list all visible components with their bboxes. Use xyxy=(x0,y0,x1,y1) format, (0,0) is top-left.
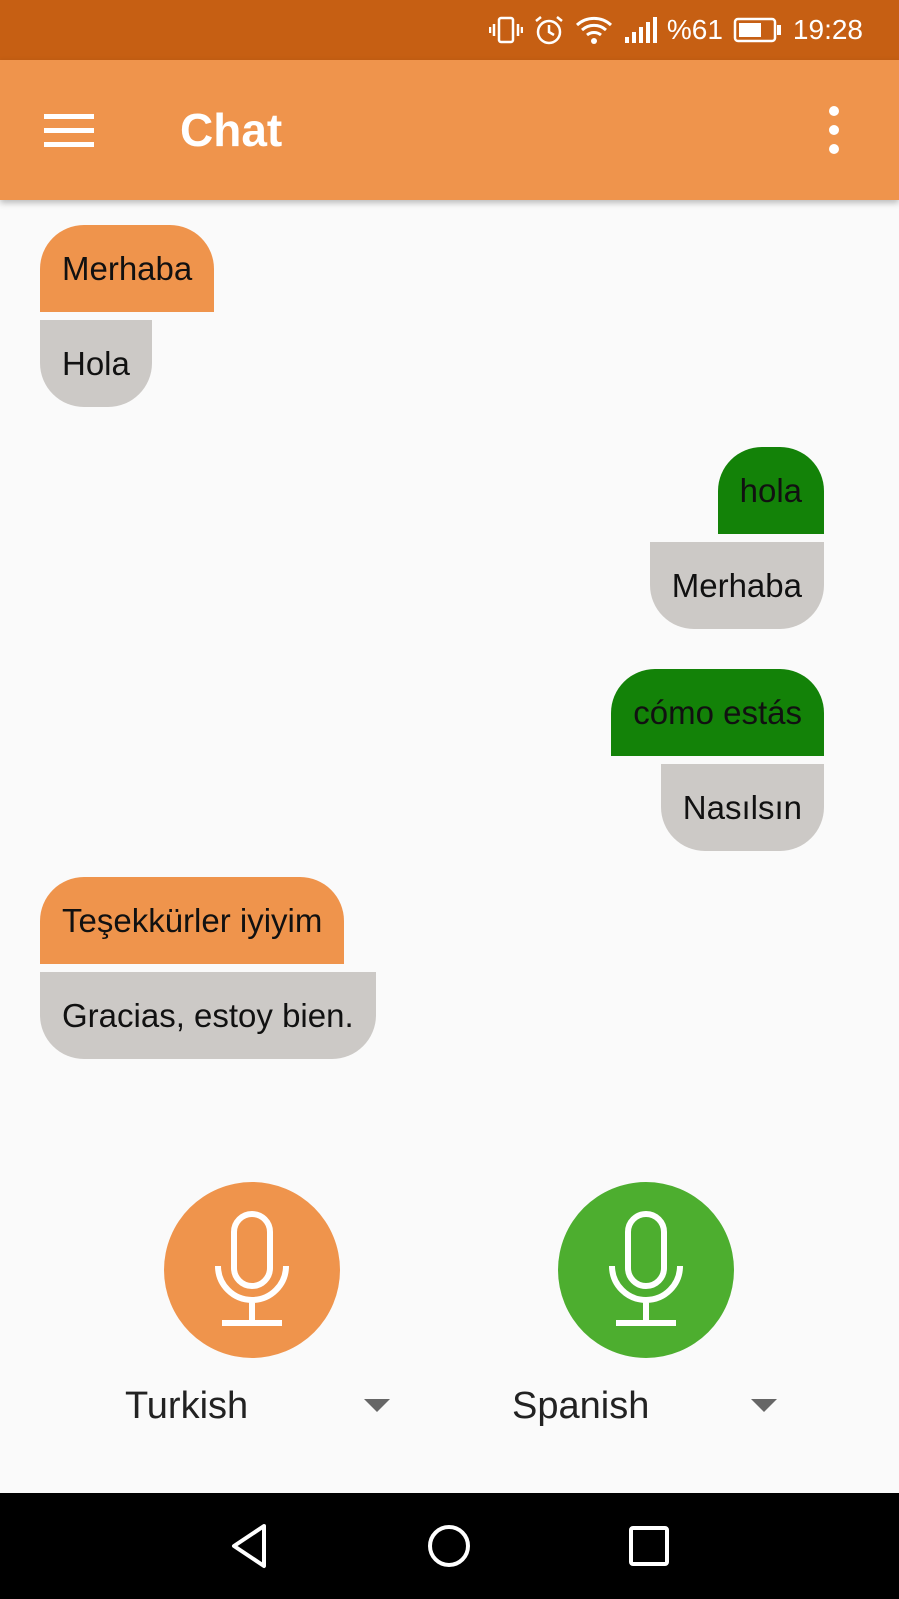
wifi-icon xyxy=(575,16,612,44)
page-title: Chat xyxy=(180,104,283,156)
home-icon[interactable] xyxy=(421,1518,477,1574)
message-translation: Hola xyxy=(40,320,152,407)
status-time: 19:28 xyxy=(792,14,863,45)
menu-icon[interactable] xyxy=(44,110,94,150)
recents-icon[interactable] xyxy=(621,1518,677,1574)
microphone-icon xyxy=(215,1211,289,1326)
turkish-mic-button[interactable] xyxy=(164,1182,340,1358)
spanish-mic-button[interactable] xyxy=(558,1182,734,1358)
microphone-icon xyxy=(609,1211,683,1326)
message-original: hola xyxy=(717,447,824,534)
battery-icon xyxy=(733,17,781,43)
message-original: cómo estás xyxy=(611,669,824,756)
message-translation: Merhaba xyxy=(649,542,824,629)
signal-icon xyxy=(624,17,657,43)
alarm-icon xyxy=(535,16,563,45)
more-vert-icon[interactable] xyxy=(820,105,848,155)
message-original: Teşekkürler iyiyim xyxy=(40,877,345,964)
vibrate-icon xyxy=(488,16,523,44)
dropdown-caret-icon[interactable] xyxy=(364,1399,390,1412)
status-bar: %61 19:28 xyxy=(0,0,899,60)
app-bar: Chat xyxy=(0,60,899,200)
dropdown-caret-icon[interactable] xyxy=(751,1399,777,1412)
battery-percent: %61 xyxy=(666,14,723,45)
language-select-right[interactable]: Spanish xyxy=(512,1385,649,1428)
language-select-left[interactable]: Turkish xyxy=(125,1385,248,1428)
message-translation: Gracias, estoy bien. xyxy=(40,972,376,1059)
navigation-bar xyxy=(0,1493,899,1599)
message-translation: Nasılsın xyxy=(660,764,824,851)
message-original: Merhaba xyxy=(40,225,215,312)
chat-list: Merhaba Hola hola Merhaba cómo estás Nas… xyxy=(0,200,899,1160)
back-icon[interactable] xyxy=(222,1518,278,1574)
